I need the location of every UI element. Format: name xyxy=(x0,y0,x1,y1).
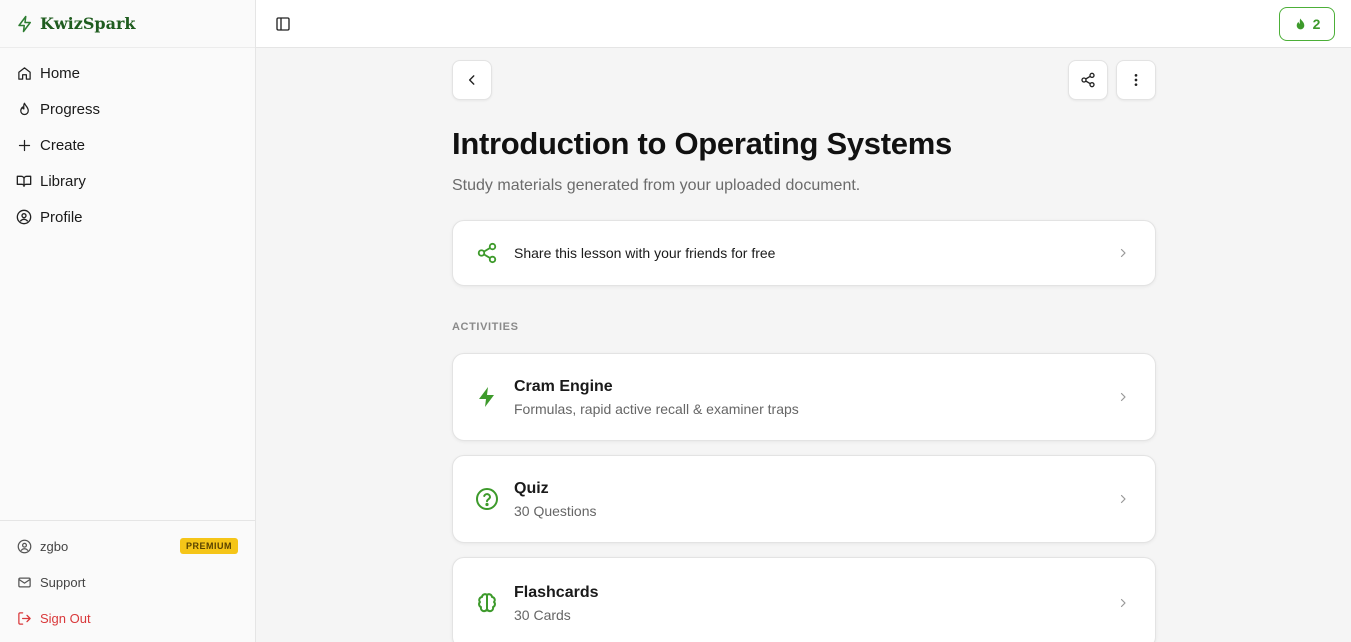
activity-title: Cram Engine xyxy=(514,377,613,395)
share-icon xyxy=(474,240,500,266)
chevron-left-icon xyxy=(465,73,479,87)
question-circle-icon xyxy=(474,486,500,512)
activity-subtitle: Formulas, rapid active recall & examiner… xyxy=(514,400,799,417)
sidebar-item-label: Create xyxy=(40,136,86,154)
sidebar: KwizSpark Home Progress Create Library P… xyxy=(0,0,256,642)
more-vertical-icon xyxy=(1128,72,1144,88)
mail-icon xyxy=(16,574,32,590)
activity-card-cram-engine[interactable]: Cram Engine Formulas, rapid active recal… xyxy=(452,353,1156,441)
streak-count: 2 xyxy=(1312,16,1321,32)
share-icon xyxy=(1080,72,1096,88)
plus-icon xyxy=(16,137,32,153)
home-icon xyxy=(16,65,32,81)
sign-out-icon xyxy=(16,610,32,626)
streak-badge[interactable]: 2 xyxy=(1279,7,1335,41)
sidebar-item-home[interactable]: Home xyxy=(0,55,255,91)
support-label: Support xyxy=(40,574,86,590)
back-button[interactable] xyxy=(452,60,492,100)
sidebar-item-label: Home xyxy=(40,64,81,82)
chevron-right-icon xyxy=(1117,247,1129,259)
sidebar-item-progress[interactable]: Progress xyxy=(0,91,255,127)
flame-icon xyxy=(16,101,32,117)
activity-card-quiz[interactable]: Quiz 30 Questions xyxy=(452,455,1156,543)
activity-subtitle: 30 Questions xyxy=(514,502,597,519)
share-lesson-card[interactable]: Share this lesson with your friends for … xyxy=(452,220,1156,286)
page-title: Introduction to Operating Systems xyxy=(452,126,952,161)
sign-out-button[interactable]: Sign Out xyxy=(0,600,255,636)
chevron-right-icon xyxy=(1117,493,1129,505)
activity-title: Flashcards xyxy=(514,583,599,601)
lightning-icon xyxy=(474,384,500,410)
sidebar-footer: zgbo PREMIUM Support Sign Out xyxy=(0,520,255,636)
flame-icon xyxy=(1294,17,1307,32)
sidebar-item-library[interactable]: Library xyxy=(0,163,255,199)
top-bar: 2 xyxy=(256,0,1351,48)
activity-text: Cram Engine Formulas, rapid active recal… xyxy=(514,378,799,417)
sidebar-nav: Home Progress Create Library Profile xyxy=(0,48,255,235)
brand[interactable]: KwizSpark xyxy=(0,0,255,48)
user-circle-icon xyxy=(16,538,32,554)
more-options-button[interactable] xyxy=(1116,60,1156,100)
page-subtitle: Study materials generated from your uplo… xyxy=(452,177,861,194)
lightning-logo-icon xyxy=(16,15,34,33)
user-circle-icon xyxy=(16,209,32,225)
book-icon xyxy=(16,173,32,189)
premium-badge: PREMIUM xyxy=(180,538,238,554)
section-label-activities: ACTIVITIES xyxy=(452,321,519,333)
sidebar-panel-icon xyxy=(275,16,291,32)
sidebar-item-create[interactable]: Create xyxy=(0,127,255,163)
sidebar-toggle-button[interactable] xyxy=(274,15,292,33)
activity-text: Quiz 30 Questions xyxy=(514,480,597,519)
activity-card-flashcards[interactable]: Flashcards 30 Cards xyxy=(452,557,1156,642)
sign-out-label: Sign Out xyxy=(40,610,91,626)
sidebar-item-label: Profile xyxy=(40,208,83,226)
sidebar-item-profile[interactable]: Profile xyxy=(0,199,255,235)
share-button[interactable] xyxy=(1068,60,1108,100)
user-account[interactable]: zgbo PREMIUM xyxy=(0,528,255,564)
activity-title: Quiz xyxy=(514,479,549,497)
support-link[interactable]: Support xyxy=(0,564,255,600)
brand-name: KwizSpark xyxy=(40,14,136,33)
chevron-right-icon xyxy=(1117,391,1129,403)
activity-text: Flashcards 30 Cards xyxy=(514,584,598,623)
chevron-right-icon xyxy=(1117,597,1129,609)
share-lesson-label: Share this lesson with your friends for … xyxy=(514,245,776,261)
sidebar-item-label: Progress xyxy=(40,100,101,118)
activity-subtitle: 30 Cards xyxy=(514,606,571,623)
brain-icon xyxy=(474,590,500,616)
username: zgbo xyxy=(40,538,69,554)
sidebar-item-label: Library xyxy=(40,172,86,190)
